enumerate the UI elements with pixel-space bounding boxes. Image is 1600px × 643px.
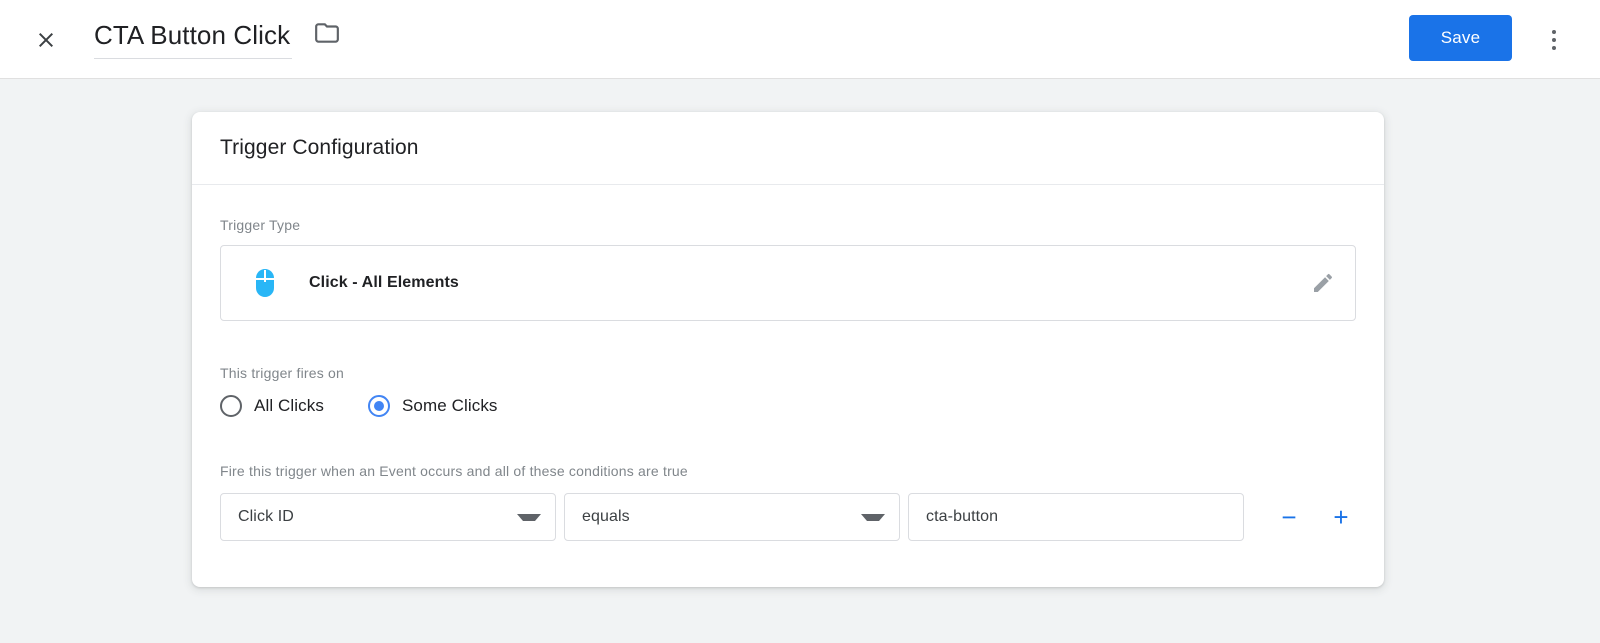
card-header: Trigger Configuration (192, 112, 1384, 185)
add-condition-button[interactable]: + (1330, 504, 1352, 530)
pencil-icon[interactable] (1311, 271, 1335, 295)
more-vert-icon-dot-2 (1552, 38, 1556, 42)
trigger-title-group: CTA Button Click (94, 18, 340, 59)
condition-row: Click ID equals cta-button − + (220, 493, 1356, 541)
fires-on-radio-group: All Clicks Some Clicks (220, 395, 1356, 417)
more-options-button[interactable] (1536, 22, 1572, 58)
more-vert-icon-dot-1 (1552, 30, 1556, 34)
condition-operator-value: equals (582, 508, 630, 525)
chevron-down-icon (517, 513, 541, 521)
radio-label-some-clicks: Some Clicks (401, 396, 498, 415)
trigger-type-label: Trigger Type (220, 217, 301, 233)
condition-value-input[interactable]: cta-button (908, 493, 1244, 541)
close-button[interactable] (28, 22, 64, 58)
mouse-click-icon (249, 267, 281, 299)
condition-variable-select[interactable]: Click ID (220, 493, 556, 541)
save-button[interactable]: Save (1409, 15, 1512, 61)
trigger-type-value: Click - All Elements (309, 274, 459, 291)
conditions-section: Fire this trigger when an Event occurs a… (220, 463, 1356, 541)
more-vert-icon-dot-3 (1552, 46, 1556, 50)
radio-circle-unselected-icon (220, 395, 242, 417)
trigger-configuration-card: Trigger Configuration Trigger Type Click… (192, 112, 1384, 587)
condition-variable-value: Click ID (238, 508, 294, 525)
close-icon (34, 28, 58, 52)
app-bar: CTA Button Click Save (0, 0, 1600, 79)
radio-label-all-clicks: All Clicks (254, 396, 324, 415)
card-body: Trigger Type Click - All Elements This t… (192, 185, 1384, 587)
chevron-down-icon (861, 513, 885, 521)
card-title: Trigger Configuration (220, 136, 419, 159)
conditions-hint: Fire this trigger when an Event occurs a… (220, 463, 688, 479)
radio-circle-selected-icon (367, 395, 390, 417)
fires-on-label: This trigger fires on (220, 365, 345, 381)
condition-value-text: cta-button (926, 508, 999, 525)
condition-operator-select[interactable]: equals (564, 493, 900, 541)
folder-icon[interactable] (314, 20, 340, 51)
remove-condition-button[interactable]: − (1278, 504, 1300, 530)
fires-on-section: This trigger fires on All Clicks Some Cl… (220, 365, 1356, 417)
trigger-type-selector[interactable]: Click - All Elements (220, 245, 1356, 321)
radio-option-some-clicks[interactable]: Some Clicks (367, 395, 498, 417)
radio-option-all-clicks[interactable]: All Clicks (220, 395, 324, 417)
trigger-name-input[interactable]: CTA Button Click (94, 18, 292, 59)
